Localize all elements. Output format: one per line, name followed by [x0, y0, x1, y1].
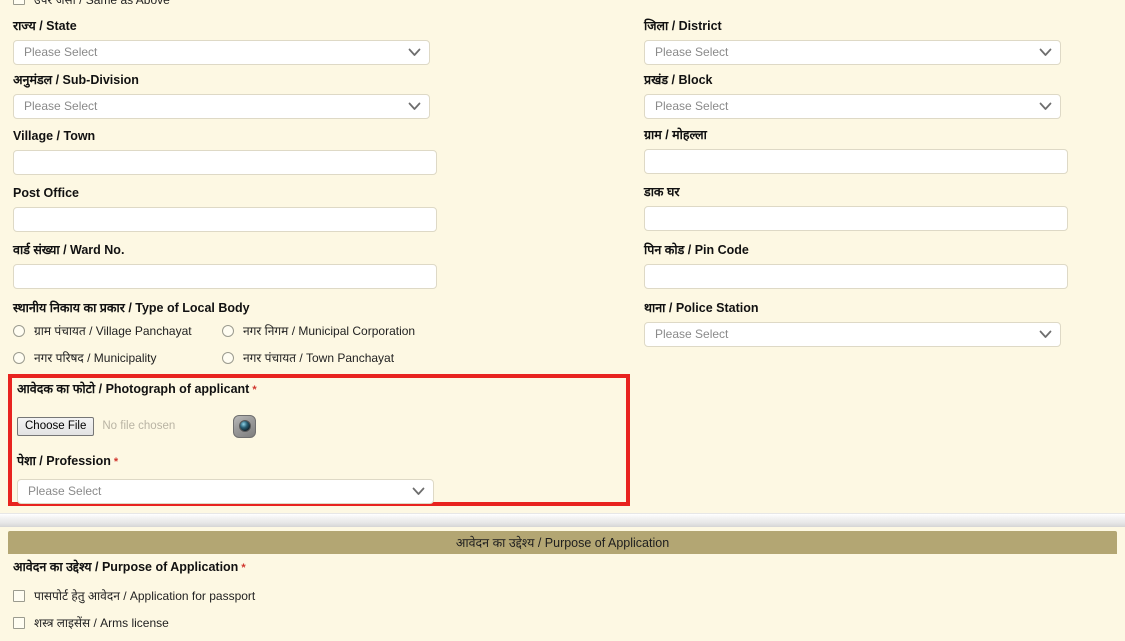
village-town-field: Village / Town [13, 129, 633, 175]
sub-division-label: अनुमंडल / Sub-Division [13, 73, 139, 87]
state-select-value: Please Select [24, 45, 98, 59]
gram-mohalla-label: ग्राम / मोहल्ला [644, 128, 707, 142]
post-office-label: Post Office [13, 186, 79, 200]
radio-village-panchayat[interactable] [13, 324, 25, 337]
dak-ghar-input[interactable] [644, 206, 1068, 231]
required-asterisk: * [241, 562, 246, 574]
block-field: प्रखंड / Block Please Select [644, 73, 1114, 119]
post-office-field: Post Office [13, 186, 633, 232]
choose-file-button[interactable]: Choose File [17, 416, 95, 436]
purpose-section-title: आवेदन का उद्देश्य / Purpose of Applicati… [455, 536, 670, 550]
ward-no-input[interactable] [13, 264, 437, 289]
gram-mohalla-input[interactable] [644, 149, 1068, 174]
profession-select[interactable]: Please Select [17, 479, 434, 504]
photo-section-highlight: आवेदक का फोटो / Photograph of applicant *… [8, 374, 630, 506]
chevron-down-icon [408, 41, 421, 64]
local-body-option-label: नगर पंचायत / Town Panchayat [243, 351, 395, 365]
purpose-option-label: पासपोर्ट हेतु आवेदन / Application for pa… [34, 589, 256, 603]
post-office-input[interactable] [13, 207, 437, 232]
purpose-option-label: शस्त्र लाइसेंस / Arms license [34, 616, 169, 630]
camera-icon[interactable] [233, 414, 257, 438]
chevron-down-icon [1039, 323, 1052, 346]
file-status-text: No file chosen [102, 420, 176, 432]
police-station-select-value: Please Select [655, 327, 729, 341]
police-station-select[interactable]: Please Select [644, 322, 1061, 347]
photo-upload-row: Choose File No file chosen [17, 414, 622, 438]
block-select-value: Please Select [655, 99, 729, 113]
profession-select-value: Please Select [28, 484, 102, 498]
photo-section-content: आवेदक का फोटो / Photograph of applicant *… [17, 382, 622, 504]
district-select-value: Please Select [655, 45, 729, 59]
state-select[interactable]: Please Select [13, 40, 430, 65]
purpose-option-arms-license[interactable]: शस्त्र लाइसेंस / Arms license [13, 614, 255, 631]
chevron-down-icon [1039, 95, 1052, 118]
purpose-section-header: आवेदन का उद्देश्य / Purpose of Applicati… [8, 531, 1117, 554]
sub-division-select-value: Please Select [24, 99, 98, 113]
address-details-pane: उपर जैसा / Same as Above राज्य / State P… [0, 0, 1125, 513]
required-asterisk: * [113, 456, 119, 468]
pin-code-field: पिन कोड / Pin Code [644, 243, 1114, 289]
camera-lens-icon [238, 420, 251, 432]
horizontal-scrollbar[interactable] [0, 513, 1125, 527]
district-select[interactable]: Please Select [644, 40, 1061, 65]
police-station-field: थाना / Police Station Please Select [644, 301, 1114, 347]
local-body-column-1: ग्राम पंचायत / Village Panchayat नगर परि… [13, 322, 222, 376]
same-as-above-checkbox[interactable] [13, 0, 25, 5]
chevron-down-icon [408, 95, 421, 118]
profession-label: पेशा / Profession * [17, 454, 622, 470]
local-body-option-label: नगर परिषद / Municipality [34, 351, 157, 365]
purpose-option-passport[interactable]: पासपोर्ट हेतु आवेदन / Application for pa… [13, 587, 255, 604]
chevron-down-icon [1039, 41, 1052, 64]
same-as-above-label: उपर जैसा / Same as Above [34, 0, 170, 8]
dak-ghar-field: डाक घर [644, 185, 1114, 231]
ward-no-field: वार्ड संख्या / Ward No. [13, 243, 633, 289]
state-label: राज्य / State [13, 19, 77, 33]
checkbox-application-for-passport[interactable] [13, 589, 25, 602]
profession-label-text: पेशा / Profession [17, 454, 111, 468]
state-field: राज्य / State Please Select [13, 19, 633, 65]
checkbox-arms-license[interactable] [13, 616, 25, 629]
dak-ghar-label: डाक घर [644, 185, 680, 199]
local-body-option-label: नगर निगम / Municipal Corporation [243, 324, 416, 338]
radio-municipality[interactable] [13, 351, 25, 364]
block-label: प्रखंड / Block [644, 73, 713, 87]
radio-municipal-corporation[interactable] [222, 324, 234, 337]
local-body-column-2: नगर निगम / Municipal Corporation नगर पंच… [222, 322, 424, 376]
block-select[interactable]: Please Select [644, 94, 1061, 119]
chevron-down-icon [412, 480, 425, 503]
village-town-input[interactable] [13, 150, 437, 175]
ward-no-label: वार्ड संख्या / Ward No. [13, 243, 125, 257]
sub-division-field: अनुमंडल / Sub-Division Please Select [13, 73, 633, 119]
local-body-options: ग्राम पंचायत / Village Panchayat नगर परि… [13, 322, 443, 376]
purpose-field-label-text: आवेदन का उद्देश्य / Purpose of Applicati… [13, 560, 239, 574]
police-station-label: थाना / Police Station [644, 301, 759, 315]
district-label: जिला / District [644, 19, 722, 33]
district-field: जिला / District Please Select [644, 19, 1114, 65]
same-as-above-row[interactable]: उपर जैसा / Same as Above [13, 0, 170, 7]
local-body-option-municipality[interactable]: नगर परिषद / Municipality [13, 349, 222, 366]
village-town-label: Village / Town [13, 129, 96, 143]
pin-code-label: पिन कोड / Pin Code [644, 243, 749, 257]
purpose-of-application-pane: आवेदन का उद्देश्य / Purpose of Applicati… [0, 527, 1125, 630]
gram-mohalla-field: ग्राम / मोहल्ला [644, 128, 1114, 174]
photograph-label-text: आवेदक का फोटो / Photograph of applicant [17, 382, 250, 396]
purpose-options-block: आवेदन का उद्देश्य / Purpose of Applicati… [13, 560, 255, 641]
local-body-option-municipal-corporation[interactable]: नगर निगम / Municipal Corporation [222, 322, 424, 339]
purpose-field-label: आवेदन का उद्देश्य / Purpose of Applicati… [13, 560, 255, 576]
local-body-label: स्थानीय निकाय का प्रकार / Type of Local … [13, 301, 250, 315]
local-body-field: स्थानीय निकाय का प्रकार / Type of Local … [13, 301, 633, 376]
photograph-label: आवेदक का फोटो / Photograph of applicant * [17, 382, 622, 398]
local-body-option-label: ग्राम पंचायत / Village Panchayat [34, 324, 192, 338]
radio-town-panchayat[interactable] [222, 351, 234, 364]
local-body-option-village-panchayat[interactable]: ग्राम पंचायत / Village Panchayat [13, 322, 222, 339]
pin-code-input[interactable] [644, 264, 1068, 289]
sub-division-select[interactable]: Please Select [13, 94, 430, 119]
local-body-option-town-panchayat[interactable]: नगर पंचायत / Town Panchayat [222, 349, 424, 366]
required-asterisk: * [252, 384, 257, 396]
